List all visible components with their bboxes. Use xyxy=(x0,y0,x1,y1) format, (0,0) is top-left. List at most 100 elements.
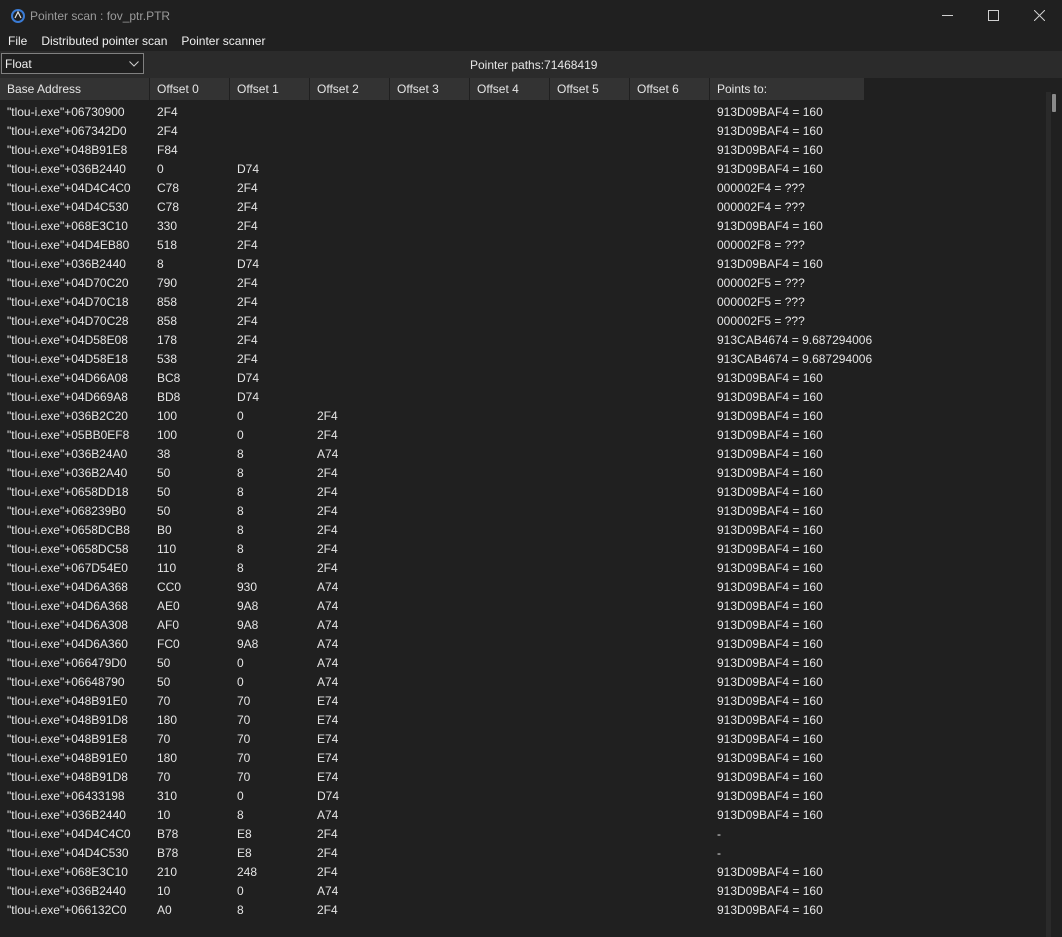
cell-offset-0: 50 xyxy=(157,484,171,499)
table-row[interactable]: "tlou-i.exe"+036B2A40 50 8 2F4 913D09BAF4 = … xyxy=(0,463,1045,482)
column-header-offset-5[interactable]: Offset 5 xyxy=(550,78,630,100)
table-row[interactable]: "tlou-i.exe"+04D58E18 538 2F4 913CAB4674 = … xyxy=(0,349,1045,368)
cell-offset-0: 178 xyxy=(157,332,178,347)
table-row[interactable]: "tlou-i.exe"+04D58E08 178 2F4 913CAB4674 = … xyxy=(0,330,1045,349)
column-header-base-address[interactable]: Base Address xyxy=(0,78,150,100)
maximize-button[interactable] xyxy=(970,0,1016,31)
vertical-scrollbar[interactable] xyxy=(1045,78,1062,937)
menu-file[interactable]: File xyxy=(0,34,34,48)
cell-points-to: 913D09BAF4 = 160 xyxy=(717,408,823,423)
close-button[interactable] xyxy=(1016,0,1062,31)
table-row[interactable]: "tlou-i.exe"+04D6A368 AE0 9A8 A74 913D09BAF4… xyxy=(0,596,1045,615)
table-row[interactable]: "tlou-i.exe"+0658DC58 110 8 2F4 913D09BAF4 =… xyxy=(0,539,1045,558)
cell-points-to: 913D09BAF4 = 160 xyxy=(717,617,823,632)
scrollbar-track[interactable] xyxy=(1046,92,1051,937)
table-row[interactable]: "tlou-i.exe"+067342D0 2F4 913D09BAF4 = 160 xyxy=(0,121,1045,140)
cell-offset-2: E74 xyxy=(317,712,339,727)
table-row[interactable]: "tlou-i.exe"+036B2440 10 0 A74 913D09BAF4 = … xyxy=(0,881,1045,900)
cell-points-to: 913D09BAF4 = 160 xyxy=(717,427,823,442)
column-header-offset-0[interactable]: Offset 0 xyxy=(150,78,230,100)
cell-offset-1: 2F4 xyxy=(237,275,258,290)
table-row[interactable]: "tlou-i.exe"+04D4EB80 518 2F4 000002F8 = ??… xyxy=(0,235,1045,254)
table-row[interactable]: "tlou-i.exe"+068E3C10 210 248 2F4 913D09BAF4… xyxy=(0,862,1045,881)
cell-offset-2: 2F4 xyxy=(317,541,338,556)
column-header-offset-2[interactable]: Offset 2 xyxy=(310,78,390,100)
cell-offset-1: 248 xyxy=(237,864,258,879)
table-row[interactable]: "tlou-i.exe"+04D6A308 AF0 9A8 A74 913D09BAF4… xyxy=(0,615,1045,634)
table-row[interactable]: "tlou-i.exe"+04D66A08 BC8 D74 913D09BAF4 = … xyxy=(0,368,1045,387)
table-row[interactable]: "tlou-i.exe"+036B2440 10 8 A74 913D09BAF4 = … xyxy=(0,805,1045,824)
table-row[interactable]: "tlou-i.exe"+0658DCB8 B0 8 2F4 913D09BAF4 = … xyxy=(0,520,1045,539)
cell-offset-1: 0 xyxy=(237,655,244,670)
table-row[interactable]: "tlou-i.exe"+04D669A8 BD8 D74 913D09BAF4 = … xyxy=(0,387,1045,406)
cell-offset-2: A74 xyxy=(317,579,339,594)
cell-offset-2: A74 xyxy=(317,617,339,632)
cell-points-to: 913D09BAF4 = 160 xyxy=(717,161,823,176)
menu-distributed-pointer-scan[interactable]: Distributed pointer scan xyxy=(34,34,174,48)
cheat-engine-icon xyxy=(11,8,25,23)
table-row[interactable]: "tlou-i.exe"+04D70C18 858 2F4 000002F5 = ??… xyxy=(0,292,1045,311)
table-row[interactable]: "tlou-i.exe"+036B24A0 38 8 A74 913D09BAF4 = … xyxy=(0,444,1045,463)
table-row[interactable]: "tlou-i.exe"+04D4C530 C78 2F4 000002F4 = ??… xyxy=(0,197,1045,216)
cell-offset-2: 2F4 xyxy=(317,503,338,518)
table-row[interactable]: "tlou-i.exe"+067D54E0 110 8 2F4 913D09BAF4 =… xyxy=(0,558,1045,577)
cell-base-address: "tlou-i.exe"+036B24A0 xyxy=(7,446,128,461)
table-row[interactable]: "tlou-i.exe"+04D70C28 858 2F4 000002F5 = ??… xyxy=(0,311,1045,330)
cell-offset-0: 70 xyxy=(157,769,171,784)
menu-pointer-scanner[interactable]: Pointer scanner xyxy=(174,34,272,48)
table-row[interactable]: "tlou-i.exe"+066479D0 50 0 A74 913D09BAF4 = … xyxy=(0,653,1045,672)
cell-offset-1: 2F4 xyxy=(237,332,258,347)
cell-points-to: 000002F4 = ??? xyxy=(717,199,805,214)
table-row[interactable]: "tlou-i.exe"+036B2440 0 D74 913D09BAF4 = 16… xyxy=(0,159,1045,178)
minimize-button[interactable] xyxy=(924,0,970,31)
cell-offset-1: 8 xyxy=(237,560,244,575)
table-row[interactable]: "tlou-i.exe"+036B2C20 100 0 2F4 913D09BAF4 =… xyxy=(0,406,1045,425)
column-header-points-to[interactable]: Points to: xyxy=(710,78,865,100)
table-row[interactable]: "tlou-i.exe"+036B2440 8 D74 913D09BAF4 = 16… xyxy=(0,254,1045,273)
cell-base-address: "tlou-i.exe"+068E3C10 xyxy=(7,218,128,233)
table-row[interactable]: "tlou-i.exe"+06730900 2F4 913D09BAF4 = 160 xyxy=(0,102,1045,121)
table-row[interactable]: "tlou-i.exe"+048B91E0 180 70 E74 913D09BAF4 … xyxy=(0,748,1045,767)
cell-base-address: "tlou-i.exe"+048B91D8 xyxy=(7,712,128,727)
table-row[interactable]: "tlou-i.exe"+04D70C20 790 2F4 000002F5 = ??… xyxy=(0,273,1045,292)
cell-base-address: "tlou-i.exe"+068E3C10 xyxy=(7,864,128,879)
table-row[interactable]: "tlou-i.exe"+04D4C4C0 C78 2F4 000002F4 = ??… xyxy=(0,178,1045,197)
table-row[interactable]: "tlou-i.exe"+048B91D8 180 70 E74 913D09BAF4 … xyxy=(0,710,1045,729)
column-header-offset-1[interactable]: Offset 1 xyxy=(230,78,310,100)
cell-points-to: 000002F5 = ??? xyxy=(717,294,805,309)
cell-points-to: 913D09BAF4 = 160 xyxy=(717,579,823,594)
column-header-offset-3[interactable]: Offset 3 xyxy=(390,78,470,100)
table-row[interactable]: "tlou-i.exe"+0658DD18 50 8 2F4 913D09BAF4 = … xyxy=(0,482,1045,501)
table-row[interactable]: "tlou-i.exe"+068239B0 50 8 2F4 913D09BAF4 = … xyxy=(0,501,1045,520)
column-header-offset-4[interactable]: Offset 4 xyxy=(470,78,550,100)
table-row[interactable]: "tlou-i.exe"+05BB0EF8 100 0 2F4 913D09BAF4 =… xyxy=(0,425,1045,444)
table-row[interactable]: "tlou-i.exe"+048B91E8 70 70 E74 913D09BAF4 =… xyxy=(0,729,1045,748)
cell-offset-2: E74 xyxy=(317,750,339,765)
scrollbar-thumb[interactable] xyxy=(1052,94,1056,112)
table-row[interactable]: "tlou-i.exe"+048B91E0 70 70 E74 913D09BAF4 =… xyxy=(0,691,1045,710)
cell-points-to: 913D09BAF4 = 160 xyxy=(717,883,823,898)
table-row[interactable]: "tlou-i.exe"+04D4C530 B78 E8 2F4 - xyxy=(0,843,1045,862)
cell-offset-1: 2F4 xyxy=(237,218,258,233)
table-row[interactable]: "tlou-i.exe"+06648790 50 0 A74 913D09BAF4 = … xyxy=(0,672,1045,691)
cell-points-to: 913D09BAF4 = 160 xyxy=(717,541,823,556)
cell-base-address: "tlou-i.exe"+036B2A40 xyxy=(7,465,128,480)
table-row[interactable]: "tlou-i.exe"+048B91D8 70 70 E74 913D09BAF4 =… xyxy=(0,767,1045,786)
menu-bar: File Distributed pointer scan Pointer sc… xyxy=(0,31,1062,51)
cell-offset-1: 0 xyxy=(237,788,244,803)
table-row[interactable]: "tlou-i.exe"+04D4C4C0 B78 E8 2F4 - xyxy=(0,824,1045,843)
value-type-select[interactable]: Float xyxy=(1,53,144,74)
column-header-offset-6[interactable]: Offset 6 xyxy=(630,78,710,100)
table-row[interactable]: "tlou-i.exe"+068E3C10 330 2F4 913D09BAF4 = … xyxy=(0,216,1045,235)
cell-offset-0: BD8 xyxy=(157,389,181,404)
table-row[interactable]: "tlou-i.exe"+06433198 310 0 D74 913D09BAF4 =… xyxy=(0,786,1045,805)
chevron-down-icon[interactable] xyxy=(125,60,143,67)
table-row[interactable]: "tlou-i.exe"+048B91E8 F84 913D09BAF4 = 160 xyxy=(0,140,1045,159)
cell-base-address: "tlou-i.exe"+04D6A368 xyxy=(7,579,128,594)
table-row[interactable]: "tlou-i.exe"+04D6A360 FC0 9A8 A74 913D09BAF4… xyxy=(0,634,1045,653)
cell-offset-0: 8 xyxy=(157,256,164,271)
table-row[interactable]: "tlou-i.exe"+04D6A368 CC0 930 A74 913D09BAF4… xyxy=(0,577,1045,596)
cell-offset-1: E8 xyxy=(237,826,252,841)
table-row[interactable]: "tlou-i.exe"+066132C0 A0 8 2F4 913D09BAF4 = … xyxy=(0,900,1045,919)
cell-offset-2: 2F4 xyxy=(317,560,338,575)
